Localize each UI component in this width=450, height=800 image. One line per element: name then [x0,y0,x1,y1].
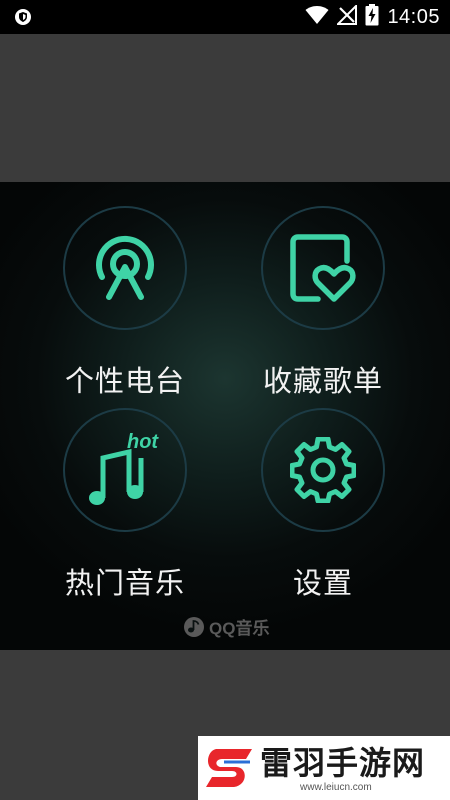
menu-item-label: 个性电台 [64,364,185,398]
qq-music-logo: QQ音乐 [183,614,269,639]
site-watermark: 雷羽手游网 www.leiucn.com [198,736,450,800]
watermark-title: 雷羽手游网 [260,743,426,782]
no-signal-icon [336,3,358,29]
leiyu-logo-icon [198,736,260,800]
shield-icon [14,8,32,26]
clock: 14:05 [387,5,440,28]
qq-music-logo-text: QQ音乐 [209,619,270,638]
radio-ring [63,206,187,330]
qq-music-logo-icon [184,616,204,637]
watermark-url: www.leiucn.com [300,781,372,793]
radio-antenna-icon [96,235,154,300]
menu-item-personal-radio[interactable]: 个性电台 [30,206,220,398]
menu-item-label: 设置 [292,566,353,600]
fav-ring [261,206,385,330]
battery-charging-icon [365,4,379,30]
menu-item-label: 收藏歌单 [262,364,383,398]
wifi-icon [305,5,329,29]
hot-badge: hot [127,432,159,453]
status-bar: 14:05 [0,0,450,34]
gear-icon [290,437,356,503]
letterbox-top [0,34,450,182]
menu-item-label: 热门音乐 [64,566,185,600]
menu-item-hot-music[interactable]: hot 热门音乐 [30,408,220,600]
settings-ring [261,408,385,532]
heart-playlist-icon [290,234,356,302]
qq-music-menu-panel: 个性电台 收藏歌单 hot 热门音乐 设置 QQ音乐 [0,182,450,650]
hot-ring: hot [63,408,187,532]
music-note-hot-icon: hot [89,432,159,505]
menu-item-settings[interactable]: 设置 [228,408,418,600]
menu-item-favorite-playlists[interactable]: 收藏歌单 [228,206,418,398]
screen: 14:05 个性电台 收藏歌单 hot 热门音乐 设置 QQ音乐 雷羽手游网 w… [0,0,450,800]
